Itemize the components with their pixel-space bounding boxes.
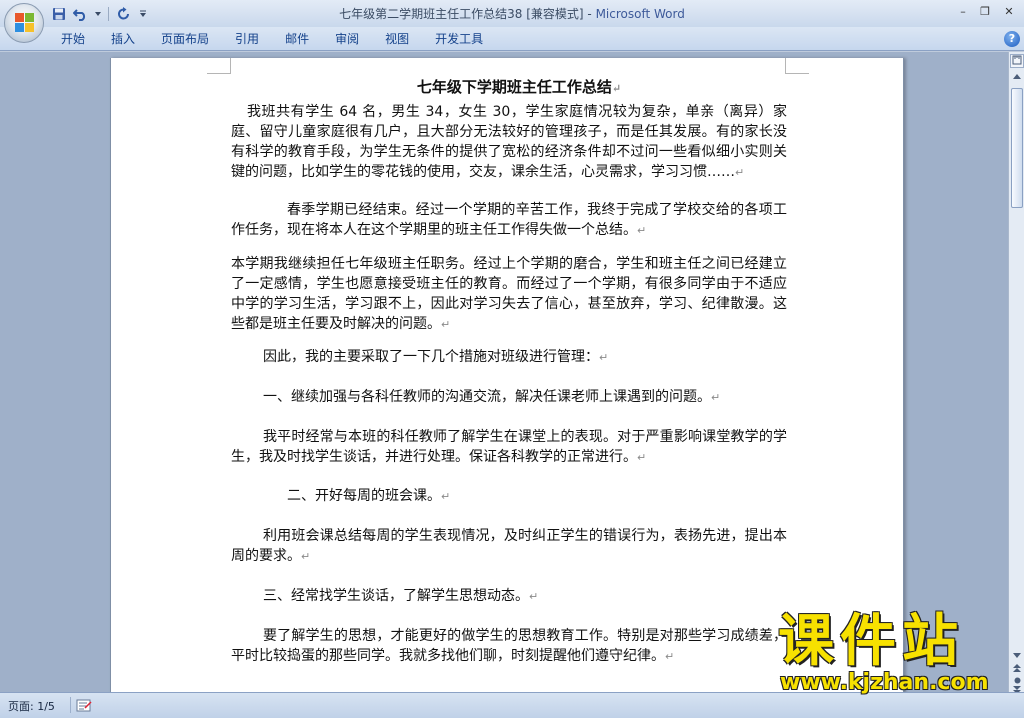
paragraph: 利用班会课总结每周的学生表现情况，及时纠正学生的错误行为，表扬先进，提出本周的要… xyxy=(231,528,787,564)
ribbon-tabs: 开始 插入 页面布局 引用 邮件 审阅 视图 开发工具 xyxy=(48,27,496,51)
app-name: Microsoft Word xyxy=(595,7,685,21)
watermark-chinese-text: 课件站 xyxy=(778,609,964,674)
close-button[interactable]: ✕ xyxy=(996,2,1022,20)
tab-review[interactable]: 审阅 xyxy=(322,27,372,51)
ruler-icon xyxy=(1012,55,1022,65)
paragraph: 我班共有学生 64 名，男生 34，女生 30，学生家庭情况较为复杂，单亲（离异… xyxy=(231,104,787,180)
document-workspace: 七年级下学期班主任工作总结↵ 我班共有学生 64 名，男生 34，女生 30，学… xyxy=(0,52,1008,692)
crop-mark-top-right xyxy=(785,58,809,74)
paragraph: 春季学期已经结束。经过一个学期的辛苦工作，我终于完成了学校交给的各项工作任务，现… xyxy=(231,202,787,238)
minimize-button[interactable]: – xyxy=(952,2,974,20)
office-logo-icon xyxy=(15,13,34,34)
site-watermark: 课件站 www.kjzhan.com xyxy=(770,612,1024,702)
paragraph-mark: ↵ xyxy=(441,318,451,331)
paragraph-mark: ↵ xyxy=(637,224,647,237)
paragraph-mark: ↵ xyxy=(441,490,451,503)
paragraph-mark: ↵ xyxy=(637,451,647,464)
window-controls: – ❐ ✕ xyxy=(952,2,1022,20)
maximize-button[interactable]: ❐ xyxy=(974,2,996,20)
paragraph: 因此，我的主要采取了一下几个措施对班级进行管理：↵ xyxy=(263,349,609,365)
paragraph-mark: ↵ xyxy=(735,166,745,179)
vertical-scrollbar[interactable] xyxy=(1008,52,1024,694)
paragraph-mark: ↵ xyxy=(599,351,609,364)
status-separator xyxy=(70,697,71,713)
window-title: 七年级第二学期班主任工作总结38 [兼容模式] - Microsoft Word xyxy=(0,5,1024,22)
scroll-thumb[interactable] xyxy=(1011,88,1023,208)
document-name: 七年级第二学期班主任工作总结38 [兼容模式] - xyxy=(339,7,596,21)
help-button[interactable]: ? xyxy=(1004,31,1020,47)
paragraph-mark: ↵ xyxy=(665,650,675,663)
paragraph-mark: ↵ xyxy=(529,590,539,603)
crop-mark-top-left xyxy=(207,58,231,74)
paragraph: 二、开好每周的班会课。↵ xyxy=(287,488,451,504)
ribbon: 开始 插入 页面布局 引用 邮件 审阅 视图 开发工具 ? xyxy=(0,27,1024,51)
tab-insert[interactable]: 插入 xyxy=(98,27,148,51)
watermark-url-text: www.kjzhan.com xyxy=(780,670,989,695)
tab-view[interactable]: 视图 xyxy=(372,27,422,51)
arrow-up-icon xyxy=(1013,74,1021,79)
page-number-status[interactable]: 页面: 1/5 xyxy=(8,698,55,714)
paragraph: 本学期我继续担任七年级班主任职务。经过上个学期的磨合，学生和班主任之间已经建立了… xyxy=(231,256,787,332)
document-title: 七年级下学期班主任工作总结↵ xyxy=(416,78,622,96)
document-body[interactable]: 七年级下学期班主任工作总结↵ 我班共有学生 64 名，男生 34，女生 30，学… xyxy=(231,72,787,667)
paragraph: 一、继续加强与各科任教师的沟通交流，解决任课老师上课遇到的问题。↵ xyxy=(263,389,721,405)
title-bar: 七年级第二学期班主任工作总结38 [兼容模式] - Microsoft Word… xyxy=(0,0,1024,27)
tab-page-layout[interactable]: 页面布局 xyxy=(148,27,222,51)
tab-references[interactable]: 引用 xyxy=(222,27,272,51)
tab-developer[interactable]: 开发工具 xyxy=(422,27,496,51)
scroll-up-button[interactable] xyxy=(1010,70,1024,84)
office-button[interactable] xyxy=(4,3,44,43)
paragraph: 三、经常找学生谈话，了解学生思想动态。↵ xyxy=(263,588,539,604)
paragraph: 要了解学生的思想，才能更好的做学生的思想教育工作。特别是对那些学习成绩差，平时比… xyxy=(231,628,787,664)
proofing-status-icon[interactable] xyxy=(76,698,92,712)
paragraph-mark: ↵ xyxy=(301,550,311,563)
ruler-toggle-button[interactable] xyxy=(1010,54,1024,68)
tab-home[interactable]: 开始 xyxy=(48,27,98,51)
document-page[interactable]: 七年级下学期班主任工作总结↵ 我班共有学生 64 名，男生 34，女生 30，学… xyxy=(110,58,904,692)
paragraph: 我平时经常与本班的科任教师了解学生在课堂上的表现。对于严重影响课堂教学的学生，我… xyxy=(231,429,787,465)
paragraph-mark: ↵ xyxy=(711,391,721,404)
tab-mailings[interactable]: 邮件 xyxy=(272,27,322,51)
paragraph-mark: ↵ xyxy=(611,82,622,95)
